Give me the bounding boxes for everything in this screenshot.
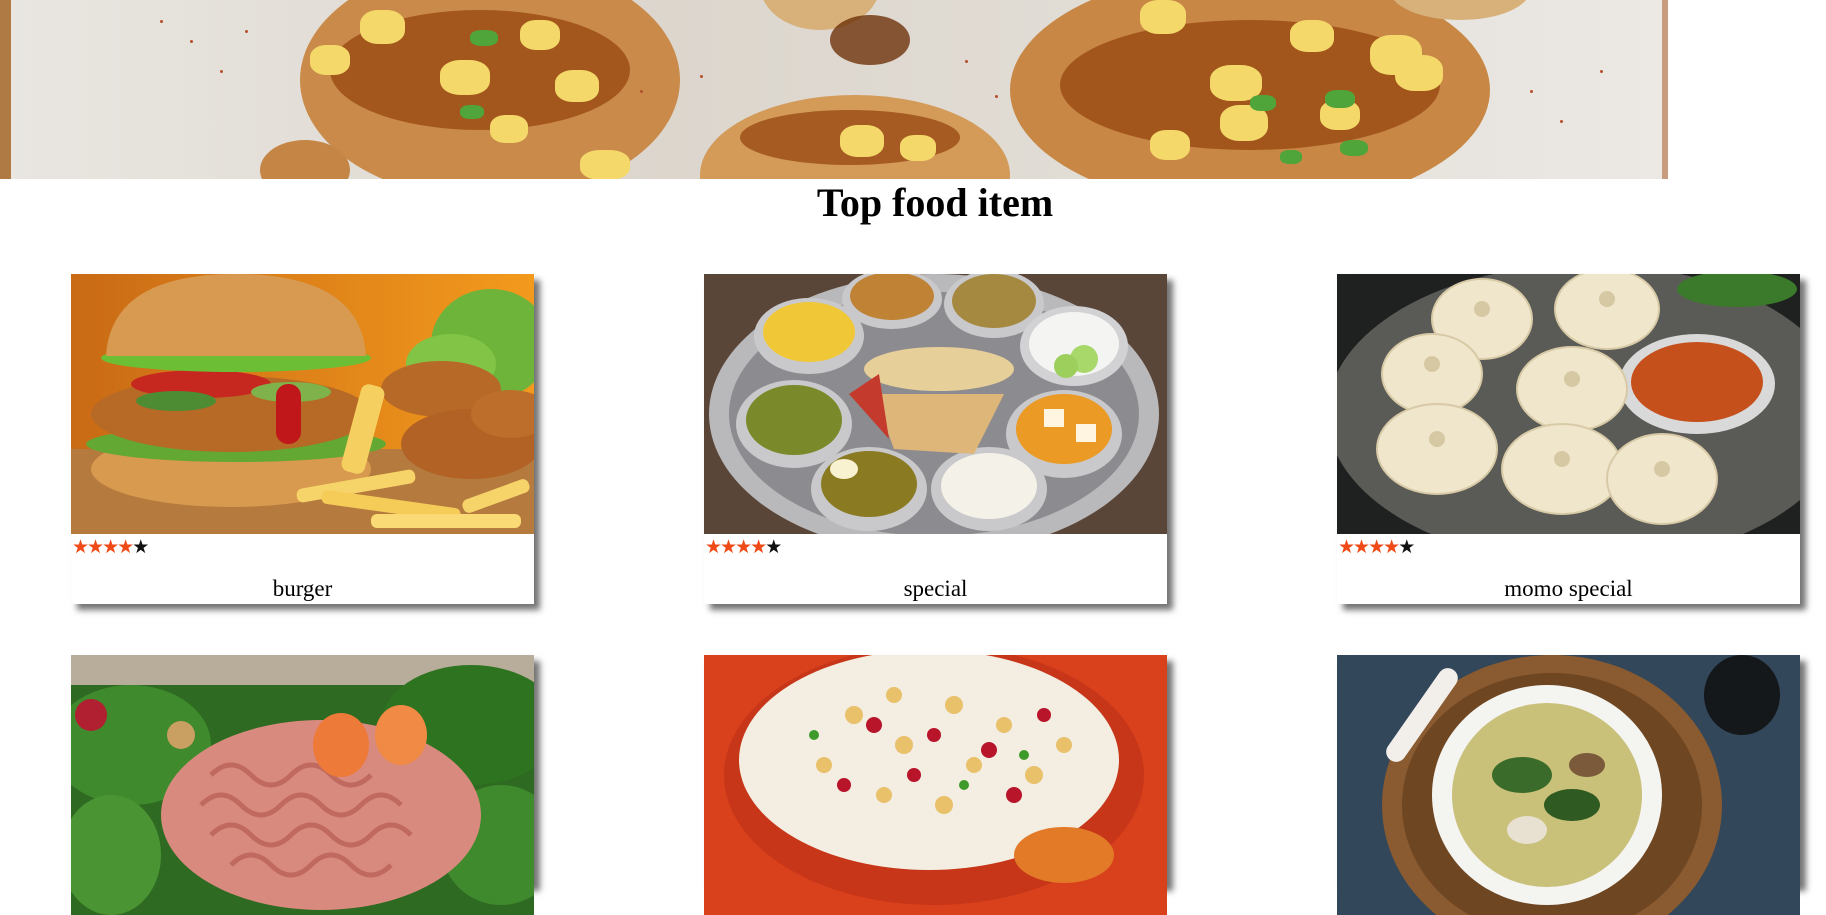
hero-image-edge <box>0 0 11 179</box>
food-card-pasta[interactable] <box>71 655 534 915</box>
star-icon: ★ <box>1338 536 1355 558</box>
food-name: momo special <box>1504 576 1633 601</box>
star-icon: ★ <box>1368 536 1385 558</box>
star-icon: ★ <box>102 536 119 558</box>
food-card-chaat[interactable] <box>704 655 1167 915</box>
star-icon: ★ <box>705 536 722 558</box>
star-icon: ★ <box>720 536 737 558</box>
food-name: special <box>903 576 968 601</box>
star-icon: ★ <box>1353 536 1370 558</box>
star-icon: ★ <box>765 536 782 558</box>
soup-image[interactable] <box>1337 655 1800 915</box>
star-icon: ★ <box>1383 536 1400 558</box>
hero-image-edge-right <box>1662 0 1668 179</box>
food-card-special[interactable]: ★★★★★ special <box>704 274 1167 604</box>
star-icon: ★ <box>72 536 89 558</box>
food-card-momo-special[interactable]: ★★★★★ momo special <box>1337 274 1800 604</box>
burger-image[interactable] <box>71 274 534 534</box>
rating-stars: ★★★★★ <box>72 536 149 558</box>
food-card-burger[interactable]: ★★★★★ burger <box>71 274 534 604</box>
hero-banner-image <box>0 0 1668 179</box>
star-icon: ★ <box>1398 536 1415 558</box>
star-icon: ★ <box>117 536 134 558</box>
star-icon: ★ <box>735 536 752 558</box>
section-title: Top food item <box>816 180 1054 225</box>
star-icon: ★ <box>750 536 767 558</box>
momo-image[interactable] <box>1337 274 1800 534</box>
star-icon: ★ <box>132 536 149 558</box>
chaat-image[interactable] <box>704 655 1167 915</box>
rating-stars: ★★★★★ <box>1338 536 1415 558</box>
food-name: burger <box>272 576 333 601</box>
food-card-soup[interactable] <box>1337 655 1800 915</box>
pasta-salad-image[interactable] <box>71 655 534 915</box>
star-icon: ★ <box>87 536 104 558</box>
special-thali-image[interactable] <box>704 274 1167 534</box>
rating-stars: ★★★★★ <box>705 536 782 558</box>
